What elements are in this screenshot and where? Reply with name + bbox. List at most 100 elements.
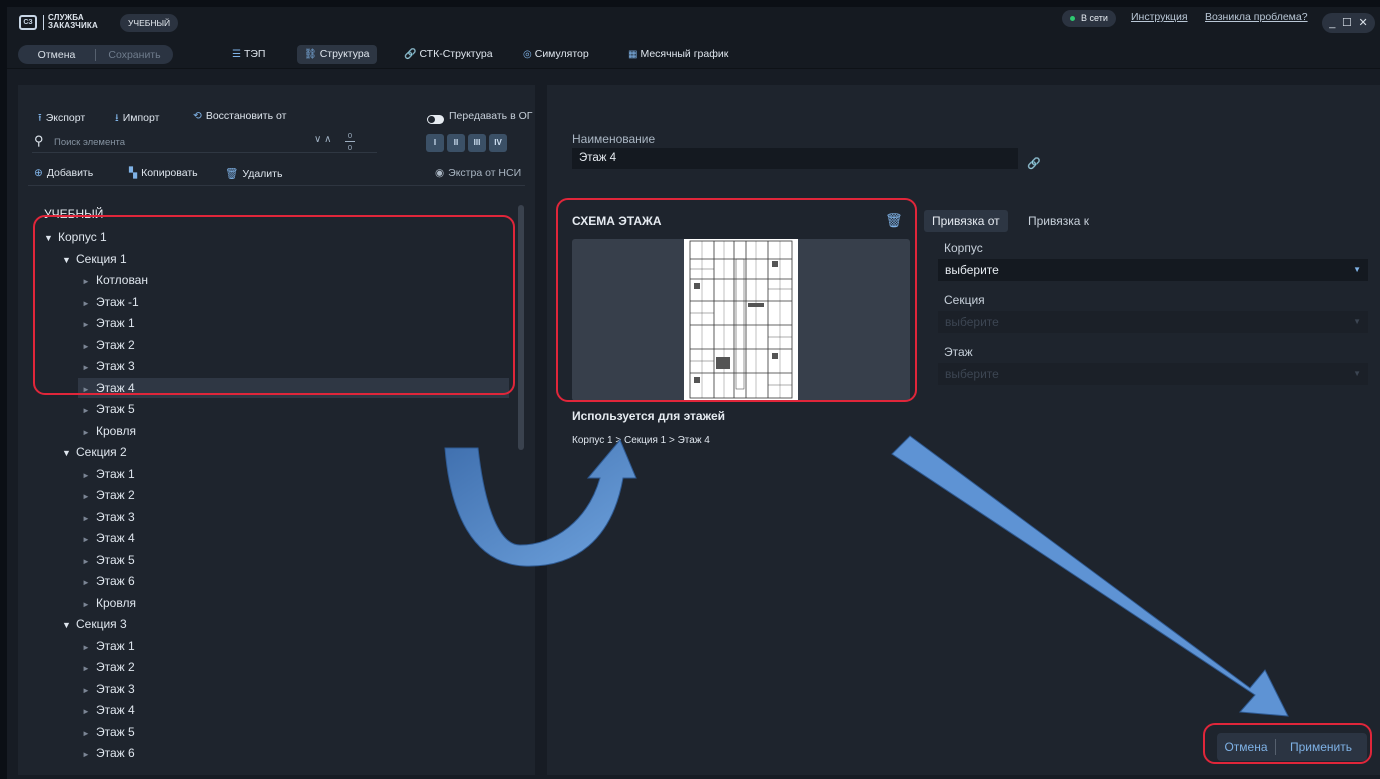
tab-structure[interactable]: ⛓ Структура [297,45,377,64]
tree-item[interactable]: ▼ Корпус 1 [40,227,107,247]
cancel-button[interactable]: Отмена [1217,740,1275,754]
floor-scheme-preview[interactable] [572,239,910,401]
caret-right-icon[interactable]: ► [82,530,96,550]
tree-item[interactable]: ► Этаж 5 [78,722,135,742]
tree-item[interactable]: ► Этаж 3 [78,679,135,699]
caret-right-icon[interactable]: ► [82,724,96,744]
tree-item[interactable]: ► Этаж -1 [78,292,139,312]
extra-nsi-button[interactable]: ◉ Экстра от НСИ [435,167,521,179]
tree-item[interactable]: ► Этаж 6 [78,743,135,763]
window-controls: _ ☐ ✕ [1322,13,1375,33]
import-button[interactable]: ⭳ Импорт [115,110,159,128]
search-input[interactable] [54,135,304,150]
tree-item[interactable]: ► Кровля [78,421,136,441]
tree-item[interactable]: ► Котлован [78,270,148,290]
caret-right-icon[interactable]: ► [82,380,96,400]
caret-right-icon[interactable]: ► [82,315,96,335]
level-2-button[interactable]: II [447,134,465,152]
tree-item[interactable]: ► Этаж 2 [78,335,135,355]
caret-right-icon[interactable]: ► [82,595,96,615]
search-nav-arrows[interactable]: ∨ ∧ [314,134,331,145]
level-1-button[interactable]: I [426,134,444,152]
tab-monthly-schedule[interactable]: ▦ Месячный график [621,45,735,64]
tab-tep[interactable]: ☰ ТЭП [225,45,272,64]
tree-item[interactable]: ► Этаж 2 [78,657,135,677]
caret-right-icon[interactable]: ► [82,745,96,765]
copy-button[interactable]: ▚ Копировать [129,167,198,179]
add-button[interactable]: ⊕ Добавить [34,167,93,179]
extra-nsi-label: Экстра от НСИ [448,167,522,179]
caret-right-icon[interactable]: ► [82,466,96,486]
export-button[interactable]: ⭱ Экспорт [38,110,85,128]
caret-down-icon[interactable]: ▼ [62,443,76,463]
caret-right-icon[interactable]: ► [82,487,96,507]
caret-right-icon[interactable]: ► [82,681,96,701]
caret-right-icon[interactable]: ► [82,573,96,593]
name-field[interactable]: Этаж 4 [572,148,1018,169]
floor-select[interactable]: выберите ▼ [938,363,1368,385]
tree-item[interactable]: ▼ Секция 2 [58,442,127,462]
close-icon[interactable]: ✕ [1358,17,1367,29]
transfer-toggle[interactable] [427,115,444,124]
tree-item[interactable]: ▼ Секция 1 [58,249,127,269]
caret-right-icon[interactable]: ► [82,702,96,722]
tree-item[interactable]: ► Этаж 3 [78,356,135,376]
tree-item[interactable]: ► Этаж 4 [78,700,135,720]
signal-icon: ◎ [523,49,532,60]
tree-item[interactable]: ► Этаж 4 [78,377,509,400]
level-4-button[interactable]: IV [489,134,507,152]
tree-item[interactable]: ▼ Секция 3 [58,614,127,634]
tab-label: СТК-Структура [419,48,493,60]
restore-button[interactable]: ⟲ Восстановить от [193,110,286,122]
tree-item[interactable]: ► Этаж 6 [78,571,135,591]
caret-right-icon[interactable]: ► [82,423,96,443]
caret-right-icon[interactable]: ► [82,358,96,378]
floor-scheme-title: СХЕМА ЭТАЖА [572,214,662,228]
caret-right-icon[interactable]: ► [82,509,96,529]
tree-scrollbar[interactable] [518,205,524,450]
online-dot-icon [1070,16,1075,21]
report-problem-link[interactable]: Возникла проблема? [1205,11,1308,23]
tab-simulator[interactable]: ◎ Симулятор [516,45,596,64]
tab-stk-structure[interactable]: 🔗 СТК-Структура [397,45,500,64]
link-icon[interactable]: 🔗 [1027,157,1041,170]
caret-down-icon[interactable]: ▼ [62,250,76,270]
main-toolbar: Отмена Сохранить ☰ ТЭП ⛓ Структура 🔗 СТК-Ст… [7,37,1380,69]
korpus-label: Корпус [944,241,983,255]
caret-right-icon[interactable]: ► [82,294,96,314]
tree-item[interactable]: ► Этаж 4 [78,528,135,548]
caret-right-icon[interactable]: ► [82,552,96,572]
cancel-button[interactable]: Отмена [18,49,95,61]
used-for-floors-path: Корпус 1 > Секция 1 > Этаж 4 [572,435,710,446]
caret-right-icon[interactable]: ► [82,337,96,357]
tree-item[interactable]: ► Этаж 1 [78,313,135,333]
delete-button[interactable]: 🗑 Удалить [225,167,282,180]
instruction-link[interactable]: Инструкция [1131,11,1188,23]
section-select[interactable]: выберите ▼ [938,311,1368,333]
tree-item[interactable]: ► Кровля [78,593,136,613]
tree-item[interactable]: ► Этаж 3 [78,507,135,527]
tree-item[interactable]: ► Этаж 5 [78,399,135,419]
plus-circle-icon: ⊕ [34,167,43,179]
caret-right-icon[interactable]: ► [82,659,96,679]
tab-binding-to[interactable]: Привязка к [1020,210,1097,232]
save-button[interactable]: Сохранить [96,49,173,61]
tree-item[interactable]: ► Этаж 2 [78,485,135,505]
tree-item[interactable]: ► Этаж 1 [78,464,135,484]
search-icon: ⚲ [34,133,44,148]
korpus-select[interactable]: выберите ▼ [938,259,1368,281]
trash-icon[interactable]: 🗑 [885,212,903,229]
apply-button[interactable]: Применить [1276,740,1366,754]
level-3-button[interactable]: III [468,134,486,152]
maximize-icon[interactable]: ☐ [1342,17,1352,29]
caret-down-icon[interactable]: ▼ [62,615,76,635]
caret-right-icon[interactable]: ► [82,401,96,421]
caret-right-icon[interactable]: ► [82,638,96,658]
caret-down-icon[interactable]: ▼ [44,228,58,248]
minimize-icon[interactable]: _ [1329,17,1335,29]
tree-item[interactable]: ► Этаж 5 [78,550,135,570]
tab-binding-from[interactable]: Привязка от [924,210,1008,232]
details-panel: Наименование Этаж 4 🔗 СХЕМА ЭТАЖА 🗑 Испо… [547,85,1380,775]
caret-right-icon[interactable]: ► [82,272,96,292]
tree-item[interactable]: ► Этаж 1 [78,636,135,656]
